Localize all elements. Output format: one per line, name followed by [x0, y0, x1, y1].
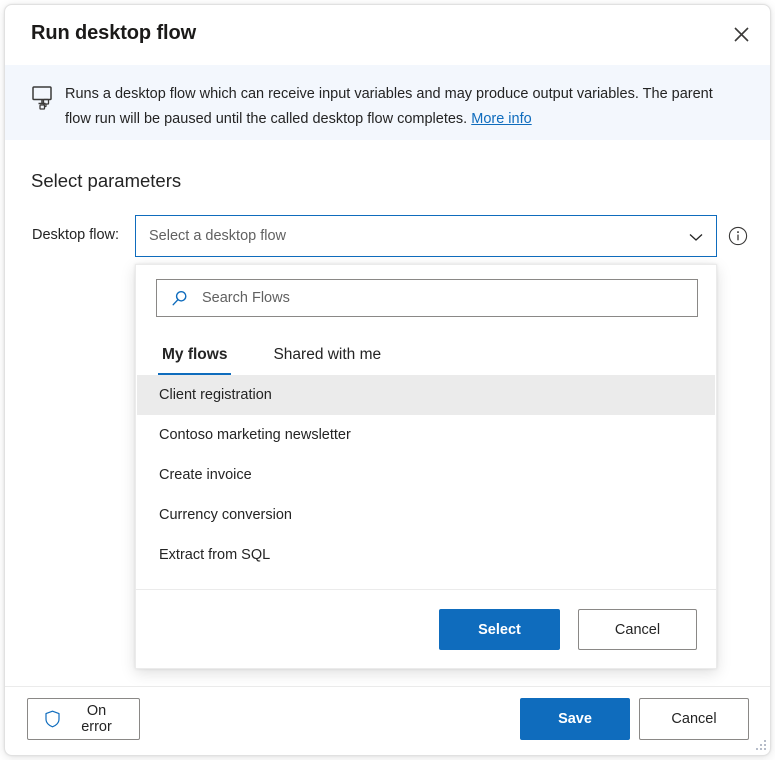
list-item[interactable]: Client registration: [137, 375, 715, 415]
info-banner-description: Runs a desktop flow which can receive in…: [65, 86, 713, 127]
save-button[interactable]: Save: [520, 698, 630, 740]
more-info-link[interactable]: More info: [471, 111, 531, 127]
page-title: Run desktop flow: [31, 22, 197, 44]
tab-my-flows[interactable]: My flows: [158, 346, 232, 375]
close-icon: [733, 26, 749, 42]
search-flows-field[interactable]: Search Flows: [156, 279, 698, 317]
dropdown-cancel-button[interactable]: Cancel: [578, 609, 697, 650]
desktop-flow-combobox-placeholder: Select a desktop flow: [149, 228, 287, 244]
list-item[interactable]: Contoso marketing newsletter: [137, 415, 715, 455]
on-error-button[interactable]: On error: [27, 698, 140, 740]
on-error-label: On error: [81, 703, 112, 735]
dropdown-actions: Select Cancel: [439, 609, 697, 650]
resize-grip[interactable]: [753, 738, 767, 752]
search-input[interactable]: Search Flows: [202, 290, 290, 306]
desktop-flow-combobox[interactable]: Select a desktop flow: [135, 215, 717, 257]
info-banner-text: Runs a desktop flow which can receive in…: [65, 82, 737, 132]
flow-source-tabs: My flows Shared with me: [158, 331, 385, 375]
info-circle-icon[interactable]: [728, 226, 748, 246]
flow-picker-dropdown: Search Flows My flows Shared with me Cli…: [135, 264, 717, 669]
dialog-header: Run desktop flow: [5, 5, 770, 64]
dialog-footer: On error Save Cancel: [5, 687, 770, 755]
list-item[interactable]: Extract from SQL: [137, 535, 715, 575]
search-icon: [171, 290, 188, 307]
tab-shared-with-me[interactable]: Shared with me: [269, 346, 385, 375]
close-button[interactable]: [722, 15, 760, 53]
desktop-flow-icon: [32, 86, 58, 110]
flow-list: Client registration Contoso marketing ne…: [137, 375, 715, 589]
list-item[interactable]: Currency conversion: [137, 495, 715, 535]
cancel-button[interactable]: Cancel: [639, 698, 749, 740]
desktop-flow-label: Desktop flow:: [32, 227, 120, 243]
select-parameters-heading: Select parameters: [31, 170, 182, 191]
dropdown-divider: [136, 589, 716, 590]
list-item[interactable]: Create invoice: [137, 455, 715, 495]
chevron-down-icon: [688, 229, 704, 245]
shield-icon: [44, 710, 61, 728]
select-button[interactable]: Select: [439, 609, 560, 650]
run-desktop-flow-dialog: Run desktop flow Runs a desktop flow whi…: [4, 4, 771, 756]
info-banner: Runs a desktop flow which can receive in…: [5, 65, 770, 140]
